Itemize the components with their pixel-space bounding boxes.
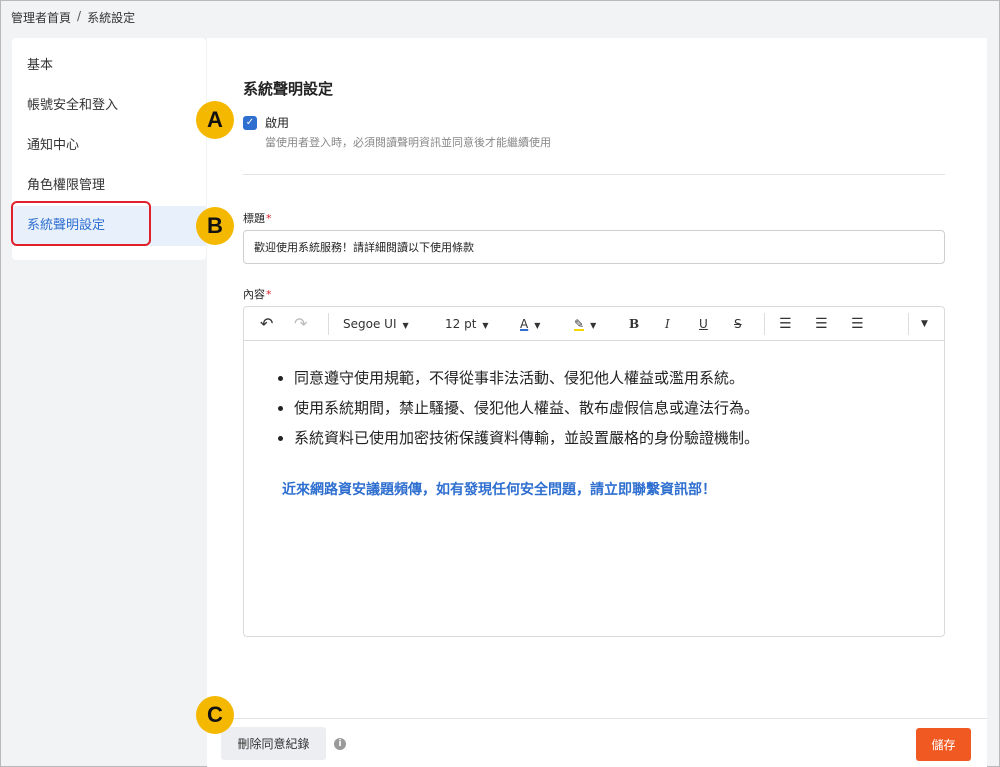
underline-button[interactable]: U bbox=[699, 307, 708, 341]
sidebar-item-account-security[interactable]: 帳號安全和登入 bbox=[12, 86, 206, 126]
highlight-box bbox=[11, 201, 151, 246]
rich-text-editor: ↶ ↷ Segoe UI ▼ 12 pt ▼ A ▼ ✎ ▼ B I U S ☰ ☰ ☰… bbox=[243, 306, 945, 637]
breadcrumb-separator: / bbox=[77, 9, 82, 23]
font-size-select[interactable]: 12 pt ▼ bbox=[445, 307, 489, 341]
chevron-down-icon: ▼ bbox=[590, 321, 597, 330]
toolbar-separator bbox=[764, 313, 765, 335]
font-family-select[interactable]: Segoe UI ▼ bbox=[343, 307, 409, 341]
required-mark: * bbox=[266, 212, 272, 225]
list-item: 使用系統期間，禁止騷擾、侵犯他人權益、散布虛假信息或違法行為。 bbox=[274, 399, 944, 418]
bullet-list: 同意遵守使用規範，不得從事非法活動、侵犯他人權益或濫用系統。 使用系統期間，禁止… bbox=[274, 369, 944, 448]
content-label-text: 內容 bbox=[243, 288, 265, 301]
editor-content[interactable]: 同意遵守使用規範，不得從事非法活動、侵犯他人權益或濫用系統。 使用系統期間，禁止… bbox=[244, 341, 944, 499]
sidebar-item-basic[interactable]: 基本 bbox=[12, 46, 206, 86]
enable-hint: 當使用者登入時，必須閱讀聲明資訊並同意後才能繼續使用 bbox=[265, 136, 551, 149]
title-label-text: 標題 bbox=[243, 212, 265, 225]
marker-a: A bbox=[196, 101, 234, 139]
enable-label: 啟用 bbox=[265, 116, 290, 130]
highlight-color-icon: ✎ bbox=[574, 317, 585, 331]
bullet-list-icon[interactable]: ☰ bbox=[779, 307, 792, 341]
marker-b: B bbox=[196, 207, 234, 245]
required-mark: * bbox=[266, 288, 272, 301]
bold-button[interactable]: B bbox=[629, 307, 639, 341]
delete-consent-records-button[interactable]: 刪除同意紀錄 bbox=[221, 727, 326, 760]
chevron-down-icon: ▼ bbox=[534, 321, 541, 330]
font-color-button[interactable]: A ▼ bbox=[520, 307, 540, 341]
editor-toolbar: ↶ ↷ Segoe UI ▼ 12 pt ▼ A ▼ ✎ ▼ B I U S ☰ ☰ ☰… bbox=[244, 307, 944, 341]
marker-c: C bbox=[196, 696, 234, 734]
footer-bar: 刪除同意紀錄 i 儲存 bbox=[207, 718, 987, 767]
security-notice: 近來網路資安議題頻傳，如有發現任何安全問題，請立即聯繫資訊部！ bbox=[282, 482, 716, 498]
outdent-icon[interactable]: ☰ bbox=[851, 307, 864, 341]
font-family-value: Segoe UI bbox=[343, 317, 397, 331]
title-input[interactable] bbox=[243, 230, 945, 264]
breadcrumb-home[interactable]: 管理者首頁 bbox=[11, 9, 71, 26]
title-label: 標題* bbox=[243, 210, 272, 226]
enable-row[interactable]: ✓ 啟用 bbox=[243, 114, 289, 131]
font-color-icon: A bbox=[520, 317, 529, 331]
enable-checkbox[interactable]: ✓ bbox=[243, 115, 257, 130]
sidebar-item-roles[interactable]: 角色權限管理 bbox=[12, 166, 206, 206]
redo-icon[interactable]: ↷ bbox=[294, 307, 307, 341]
strikethrough-button[interactable]: S bbox=[734, 307, 742, 341]
toolbar-separator bbox=[908, 313, 909, 335]
save-button[interactable]: 儲存 bbox=[916, 728, 971, 761]
more-options-icon[interactable]: ▼ bbox=[921, 307, 928, 341]
list-item: 同意遵守使用規範，不得從事非法活動、侵犯他人權益或濫用系統。 bbox=[274, 369, 944, 388]
undo-icon[interactable]: ↶ bbox=[260, 307, 273, 341]
main-panel: 系統聲明設定 ✓ 啟用 當使用者登入時，必須閱讀聲明資訊並同意後才能繼續使用 標… bbox=[207, 38, 987, 767]
chevron-down-icon: ▼ bbox=[402, 321, 409, 330]
page-title: 系統聲明設定 bbox=[243, 80, 334, 98]
toolbar-separator bbox=[328, 313, 329, 335]
breadcrumb: 管理者首頁 / 系統設定 bbox=[11, 9, 135, 26]
italic-button[interactable]: I bbox=[665, 307, 670, 341]
list-item: 系統資料已使用加密技術保護資料傳輸，並設置嚴格的身份驗證機制。 bbox=[274, 429, 944, 448]
font-size-value: 12 pt bbox=[445, 317, 477, 331]
chevron-down-icon: ▼ bbox=[482, 321, 489, 330]
highlight-button[interactable]: ✎ ▼ bbox=[574, 307, 596, 341]
breadcrumb-current: 系統設定 bbox=[87, 11, 136, 25]
numbered-list-icon[interactable]: ☰ bbox=[815, 307, 828, 341]
divider bbox=[243, 174, 945, 175]
content-label: 內容* bbox=[243, 286, 272, 302]
info-icon[interactable]: i bbox=[334, 738, 346, 750]
sidebar-item-notifications[interactable]: 通知中心 bbox=[12, 126, 206, 166]
